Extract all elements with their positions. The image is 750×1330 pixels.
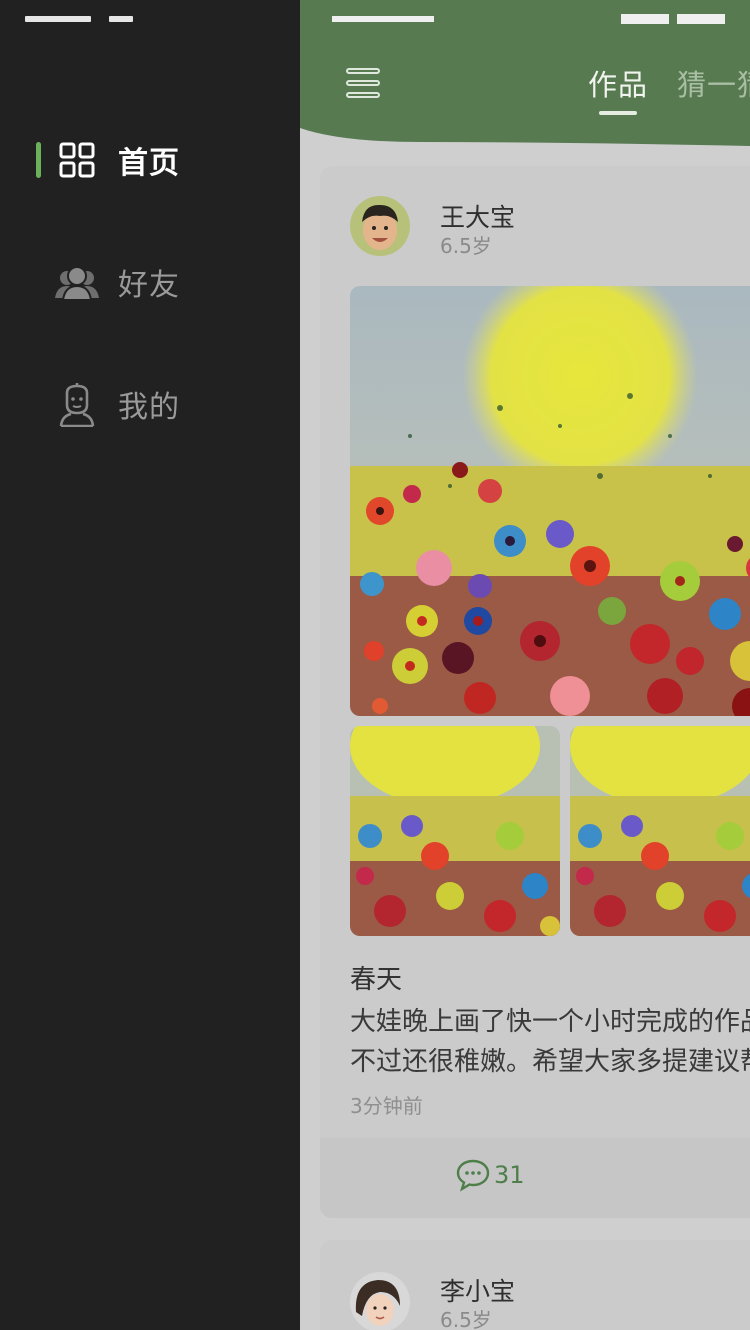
user-age: 6.5岁 xyxy=(440,234,492,258)
drawer-item-mine[interactable]: 我的 xyxy=(0,372,300,436)
main-content: 作品 猜一猜 王大宝 6.5岁 xyxy=(300,0,750,1330)
post-timestamp: 3分钟前 xyxy=(350,1094,423,1118)
navigation-drawer: 首页 好友 我的 xyxy=(0,0,300,1330)
user-name[interactable]: 李小宝 xyxy=(440,1272,515,1308)
drawer-item-label: 好友 xyxy=(118,268,180,303)
user-age: 6.5岁 xyxy=(440,1308,492,1330)
drawer-item-friends[interactable]: 好友 xyxy=(0,250,300,314)
post-card[interactable]: 李小宝 6.5岁 xyxy=(320,1240,750,1330)
comment-button[interactable]: 31 xyxy=(456,1158,525,1192)
app-header: 作品 猜一猜 xyxy=(300,0,750,150)
comment-icon xyxy=(456,1159,490,1192)
comment-count: 31 xyxy=(494,1161,525,1189)
status-bar-indicator xyxy=(332,16,434,22)
tab-works[interactable]: 作品 xyxy=(588,62,648,104)
post-main-image[interactable] xyxy=(350,286,750,716)
home-grid-icon xyxy=(54,137,100,183)
post-thumbnail[interactable] xyxy=(570,726,750,936)
post-body-line: 不过还很稚嫩。希望大家多提建议帮 xyxy=(350,1047,750,1077)
post-body-line: 大娃晚上画了快一个小时完成的作品 xyxy=(350,1007,750,1037)
status-bar-indicator xyxy=(109,16,133,22)
status-bar-indicator xyxy=(25,16,91,22)
tab-underline xyxy=(599,111,637,115)
drawer-item-label: 我的 xyxy=(118,390,180,425)
profile-icon xyxy=(54,381,100,427)
active-indicator xyxy=(36,142,41,178)
post-title: 春天 xyxy=(350,965,403,995)
post-action-bar: 31 xyxy=(320,1138,750,1218)
post-card[interactable]: 王大宝 6.5岁 春天 大娃晚上画了快一个小时完成的作品 不过还很稚嫩。希望大家… xyxy=(320,166,750,1218)
post-thumbnail[interactable] xyxy=(350,726,560,936)
drawer-item-home[interactable]: 首页 xyxy=(0,128,300,192)
status-bar-indicator xyxy=(677,14,725,24)
menu-icon[interactable] xyxy=(346,68,382,104)
avatar[interactable] xyxy=(350,196,410,256)
friends-icon xyxy=(54,259,100,305)
tab-guess[interactable]: 猜一猜 xyxy=(677,62,750,104)
drawer-item-label: 首页 xyxy=(118,146,180,181)
user-name[interactable]: 王大宝 xyxy=(440,198,515,234)
status-bar-indicator xyxy=(621,14,669,24)
avatar[interactable] xyxy=(350,1272,410,1330)
